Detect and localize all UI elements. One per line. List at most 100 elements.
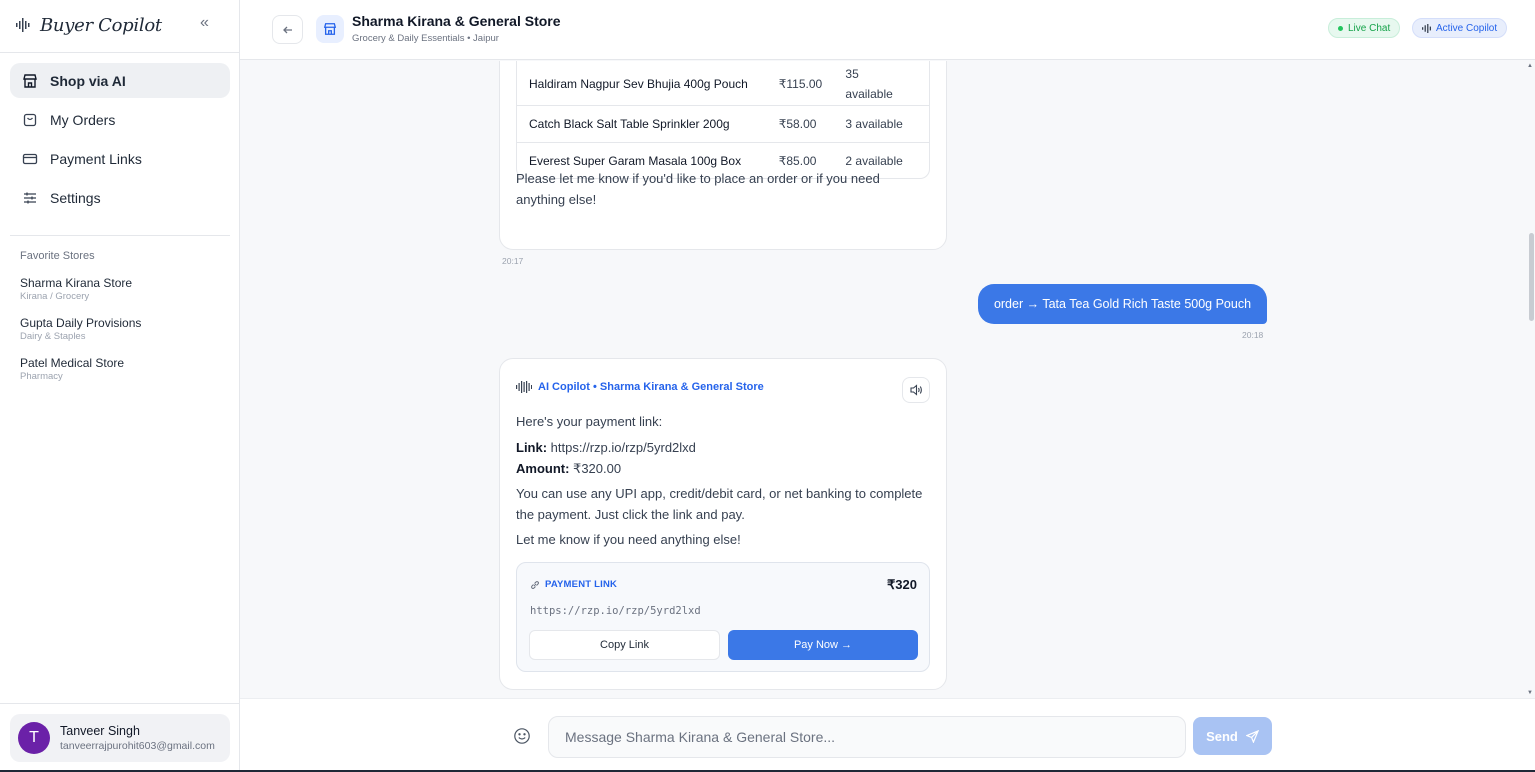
ai-message: Haldiram Nagpur Sev Bhujia 400g Pouch ₹1…	[499, 61, 947, 250]
shopping-bag-icon	[23, 113, 37, 126]
arrow-left-icon	[282, 26, 292, 33]
favorite-store-category: Dairy & Staples	[20, 331, 86, 342]
waveform-icon	[1422, 23, 1431, 33]
chevrons-left-icon[interactable]: «	[200, 14, 209, 32]
favorite-store-category: Kirana / Grocery	[20, 291, 90, 302]
status-dot-icon	[1338, 25, 1343, 31]
amount-value: ₹320.00	[569, 461, 622, 476]
brand[interactable]: Buyer Copilot	[16, 12, 162, 38]
sidebar-item-label: Shop via AI	[50, 72, 126, 89]
avatar: T	[18, 722, 50, 754]
product-price: ₹85.00	[778, 153, 817, 168]
favorite-store-name: Patel Medical Store	[20, 356, 125, 370]
waveform-logo-icon	[16, 18, 30, 32]
stock-line: 35	[845, 66, 859, 81]
user-profile-card[interactable]: T Tanveer Singh tanveerrajpurohit603@gma…	[10, 714, 230, 762]
send-button[interactable]: Send	[1193, 717, 1272, 755]
live-chat-badge: Live Chat	[1328, 18, 1401, 38]
link-key: Link:	[516, 440, 548, 455]
message-text: Let me know if you need anything else!	[516, 532, 741, 547]
payment-link-line: Link: https://rzp.io/rzp/5yrd2lxd	[516, 437, 936, 458]
sidebar-item-settings[interactable]: Settings	[10, 180, 230, 215]
user-message: order → Tata Tea Gold Rich Taste 500g Po…	[978, 284, 1267, 324]
copy-link-button[interactable]: Copy Link	[529, 630, 720, 660]
favorites-list: Sharma Kirana Store Kirana / Grocery Gup…	[20, 276, 220, 396]
live-chat-label: Live Chat	[1348, 22, 1391, 34]
message-text: Here's your payment link:	[516, 414, 663, 429]
emoji-icon[interactable]	[513, 727, 531, 745]
message-text: You can use any UPI app, credit/debit ca…	[516, 486, 923, 522]
stock-line: available	[845, 86, 893, 101]
sliders-icon	[24, 192, 36, 203]
link-value: https://rzp.io/rzp/5yrd2lxd	[547, 440, 696, 455]
divider	[0, 52, 239, 53]
active-copilot-label: Active Copilot	[1436, 22, 1498, 34]
ai-sender-label: AI Copilot • Sharma Kirana & General Sto…	[538, 381, 764, 393]
back-button[interactable]	[272, 15, 303, 44]
product-price: ₹58.00	[778, 117, 817, 131]
table-row: Catch Black Salt Table Sprinkler 200g ₹5…	[517, 105, 929, 142]
ai-message-header: AI Copilot • Sharma Kirana & General Sto…	[516, 381, 764, 393]
payment-link-card: PAYMENT LINK ₹320 https://rzp.io/rzp/5yr…	[516, 562, 930, 672]
message-timestamp: 20:18	[1242, 330, 1264, 340]
payment-url[interactable]: https://rzp.io/rzp/5yrd2lxd	[530, 605, 701, 617]
pay-now-button[interactable]: Pay Now →	[728, 630, 918, 660]
product-name: Catch Black Salt Table Sprinkler 200g	[529, 117, 730, 131]
favorite-store-name: Sharma Kirana Store	[20, 276, 133, 290]
divider	[10, 235, 230, 236]
user-name: Tanveer Singh	[60, 723, 140, 738]
message-composer: Send	[240, 698, 1535, 772]
divider	[0, 703, 239, 704]
sidebar-item-label: My Orders	[50, 111, 116, 128]
favorite-store-name: Gupta Daily Provisions	[20, 316, 142, 330]
storefront-icon	[323, 23, 337, 35]
favorite-store-item[interactable]: Sharma Kirana Store Kirana / Grocery	[20, 276, 220, 303]
payment-link-label: PAYMENT LINK	[530, 579, 617, 590]
sidebar-item-my-orders[interactable]: My Orders	[10, 102, 230, 137]
inventory-table: Haldiram Nagpur Sev Bhujia 400g Pouch ₹1…	[516, 61, 930, 179]
favorites-title: Favorite Stores	[20, 250, 95, 262]
table-row: Haldiram Nagpur Sev Bhujia 400g Pouch ₹1…	[517, 61, 929, 105]
product-stock: 3 available	[845, 117, 903, 131]
sidebar-item-label: Payment Links	[50, 150, 142, 167]
scroll-up-icon[interactable]: ▲	[1527, 63, 1533, 69]
store-title: Sharma Kirana & General Store	[352, 13, 561, 29]
send-label: Send	[1206, 728, 1238, 744]
product-stock: 35 available	[845, 64, 929, 104]
sidebar-nav: Shop via AI My Orders Payment Links Sett…	[10, 63, 230, 219]
ai-message: AI Copilot • Sharma Kirana & General Sto…	[499, 358, 947, 690]
payment-amount-line: Amount: ₹320.00	[516, 458, 936, 479]
send-icon	[1245, 729, 1259, 743]
favorite-store-item[interactable]: Gupta Daily Provisions Dairy & Staples	[20, 316, 220, 343]
active-copilot-badge: Active Copilot	[1412, 18, 1508, 38]
product-price: ₹115.00	[778, 76, 823, 91]
sidebar-item-shop-via-ai[interactable]: Shop via AI	[10, 63, 230, 98]
scroll-thumb[interactable]	[1529, 233, 1534, 321]
payment-link-title: PAYMENT LINK	[545, 579, 618, 590]
scroll-down-icon[interactable]: ▼	[1527, 690, 1533, 696]
sidebar-item-label: Settings	[50, 189, 101, 206]
brand-name: Buyer Copilot	[40, 14, 162, 36]
scrollbar[interactable]: ▲ ▼	[1527, 61, 1535, 698]
link-icon	[531, 580, 539, 589]
payment-amount: ₹320	[887, 577, 917, 592]
chat-header: Sharma Kirana & General Store Grocery & …	[240, 0, 1535, 60]
store-subtitle: Grocery & Daily Essentials • Jaipur	[352, 33, 499, 44]
waveform-icon	[516, 381, 532, 393]
user-email: tanveerrajpurohit603@gmail.com	[60, 739, 215, 752]
storefront-icon	[23, 73, 37, 88]
chat-messages[interactable]: Haldiram Nagpur Sev Bhujia 400g Pouch ₹1…	[240, 61, 1535, 698]
store-icon	[316, 15, 344, 43]
message-text: Please let me know if you'd like to plac…	[516, 171, 880, 207]
favorite-store-category: Pharmacy	[20, 371, 63, 382]
speaker-icon	[909, 384, 922, 396]
message-timestamp: 20:17	[502, 256, 524, 266]
favorite-store-item[interactable]: Patel Medical Store Pharmacy	[20, 356, 220, 383]
credit-card-icon	[22, 153, 38, 164]
speaker-button[interactable]	[902, 377, 930, 403]
product-name: Everest Super Garam Masala 100g Box	[529, 153, 742, 168]
sidebar: Buyer Copilot « Shop via AI My Orders Pa…	[0, 0, 240, 772]
product-name: Haldiram Nagpur Sev Bhujia 400g Pouch	[529, 76, 748, 91]
message-input[interactable]	[548, 716, 1186, 758]
sidebar-item-payment-links[interactable]: Payment Links	[10, 141, 230, 176]
